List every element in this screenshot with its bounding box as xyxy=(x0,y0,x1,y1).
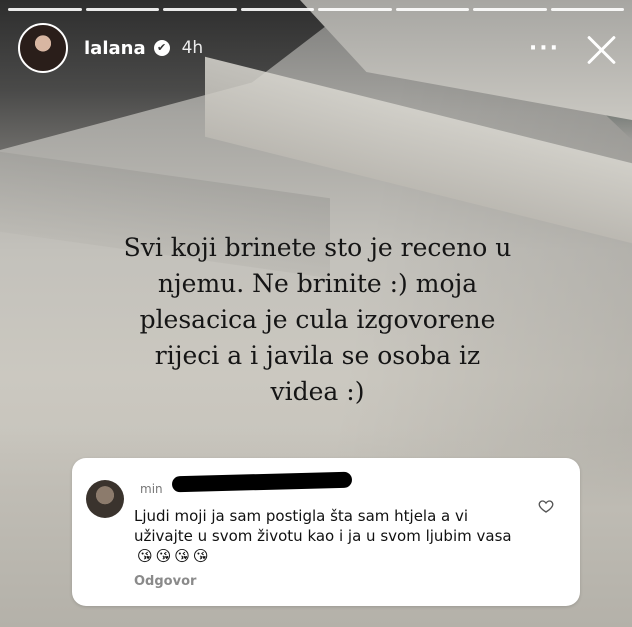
progress-segment xyxy=(395,8,469,11)
kiss-emoji: 😘 xyxy=(174,547,190,565)
progress-segment xyxy=(318,8,392,11)
redaction-bar xyxy=(171,471,353,493)
progress-segment xyxy=(8,8,82,11)
comment-time: min xyxy=(140,482,163,496)
story-header: lalana ✔ 4h ··· xyxy=(18,22,618,74)
commenter-meta: min xyxy=(134,482,163,496)
caption-line: Svi koji brinete sto je receno u xyxy=(123,233,512,262)
caption-line: rijeci a i javila se osoba iz xyxy=(154,341,481,370)
story-caption: Svi koji brinete sto je receno u njemu. … xyxy=(70,230,565,410)
close-icon[interactable] xyxy=(584,31,618,65)
caption-line: plesacica je cula izgovorene xyxy=(139,305,496,334)
story-time: 4h xyxy=(181,38,204,58)
progress-segment xyxy=(550,8,624,11)
comment-card[interactable]: min Ljudi moji ja sam postigla šta sam h… xyxy=(72,458,580,606)
profile-avatar[interactable] xyxy=(18,23,68,73)
comment-text-block: Ljudi moji ja sam postigla šta sam htjel… xyxy=(134,506,514,566)
progress-segment xyxy=(163,8,237,11)
more-options-icon[interactable]: ··· xyxy=(529,36,560,61)
comment-text: Ljudi moji ja sam postigla šta sam htjel… xyxy=(134,507,512,545)
progress-segment xyxy=(85,8,159,11)
caption-line: videa :) xyxy=(270,377,365,406)
caption-line: njemu. Ne brinite :) moja xyxy=(157,269,478,298)
progress-segment xyxy=(240,8,314,11)
progress-segment xyxy=(473,8,547,11)
reply-button[interactable]: Odgovor xyxy=(134,574,196,589)
story-progress-bar xyxy=(8,8,624,11)
verified-badge-icon: ✔ xyxy=(153,40,170,56)
kiss-emoji: 😘 xyxy=(155,547,172,565)
story-viewer[interactable]: lalana ✔ 4h ··· Svi koji brinete sto je … xyxy=(0,0,632,627)
story-username[interactable]: lalana xyxy=(84,38,146,59)
heart-icon[interactable] xyxy=(538,498,554,514)
kiss-emoji: 😘 xyxy=(192,547,209,565)
commenter-avatar xyxy=(86,480,124,518)
kiss-emoji: 😘 xyxy=(137,547,153,565)
